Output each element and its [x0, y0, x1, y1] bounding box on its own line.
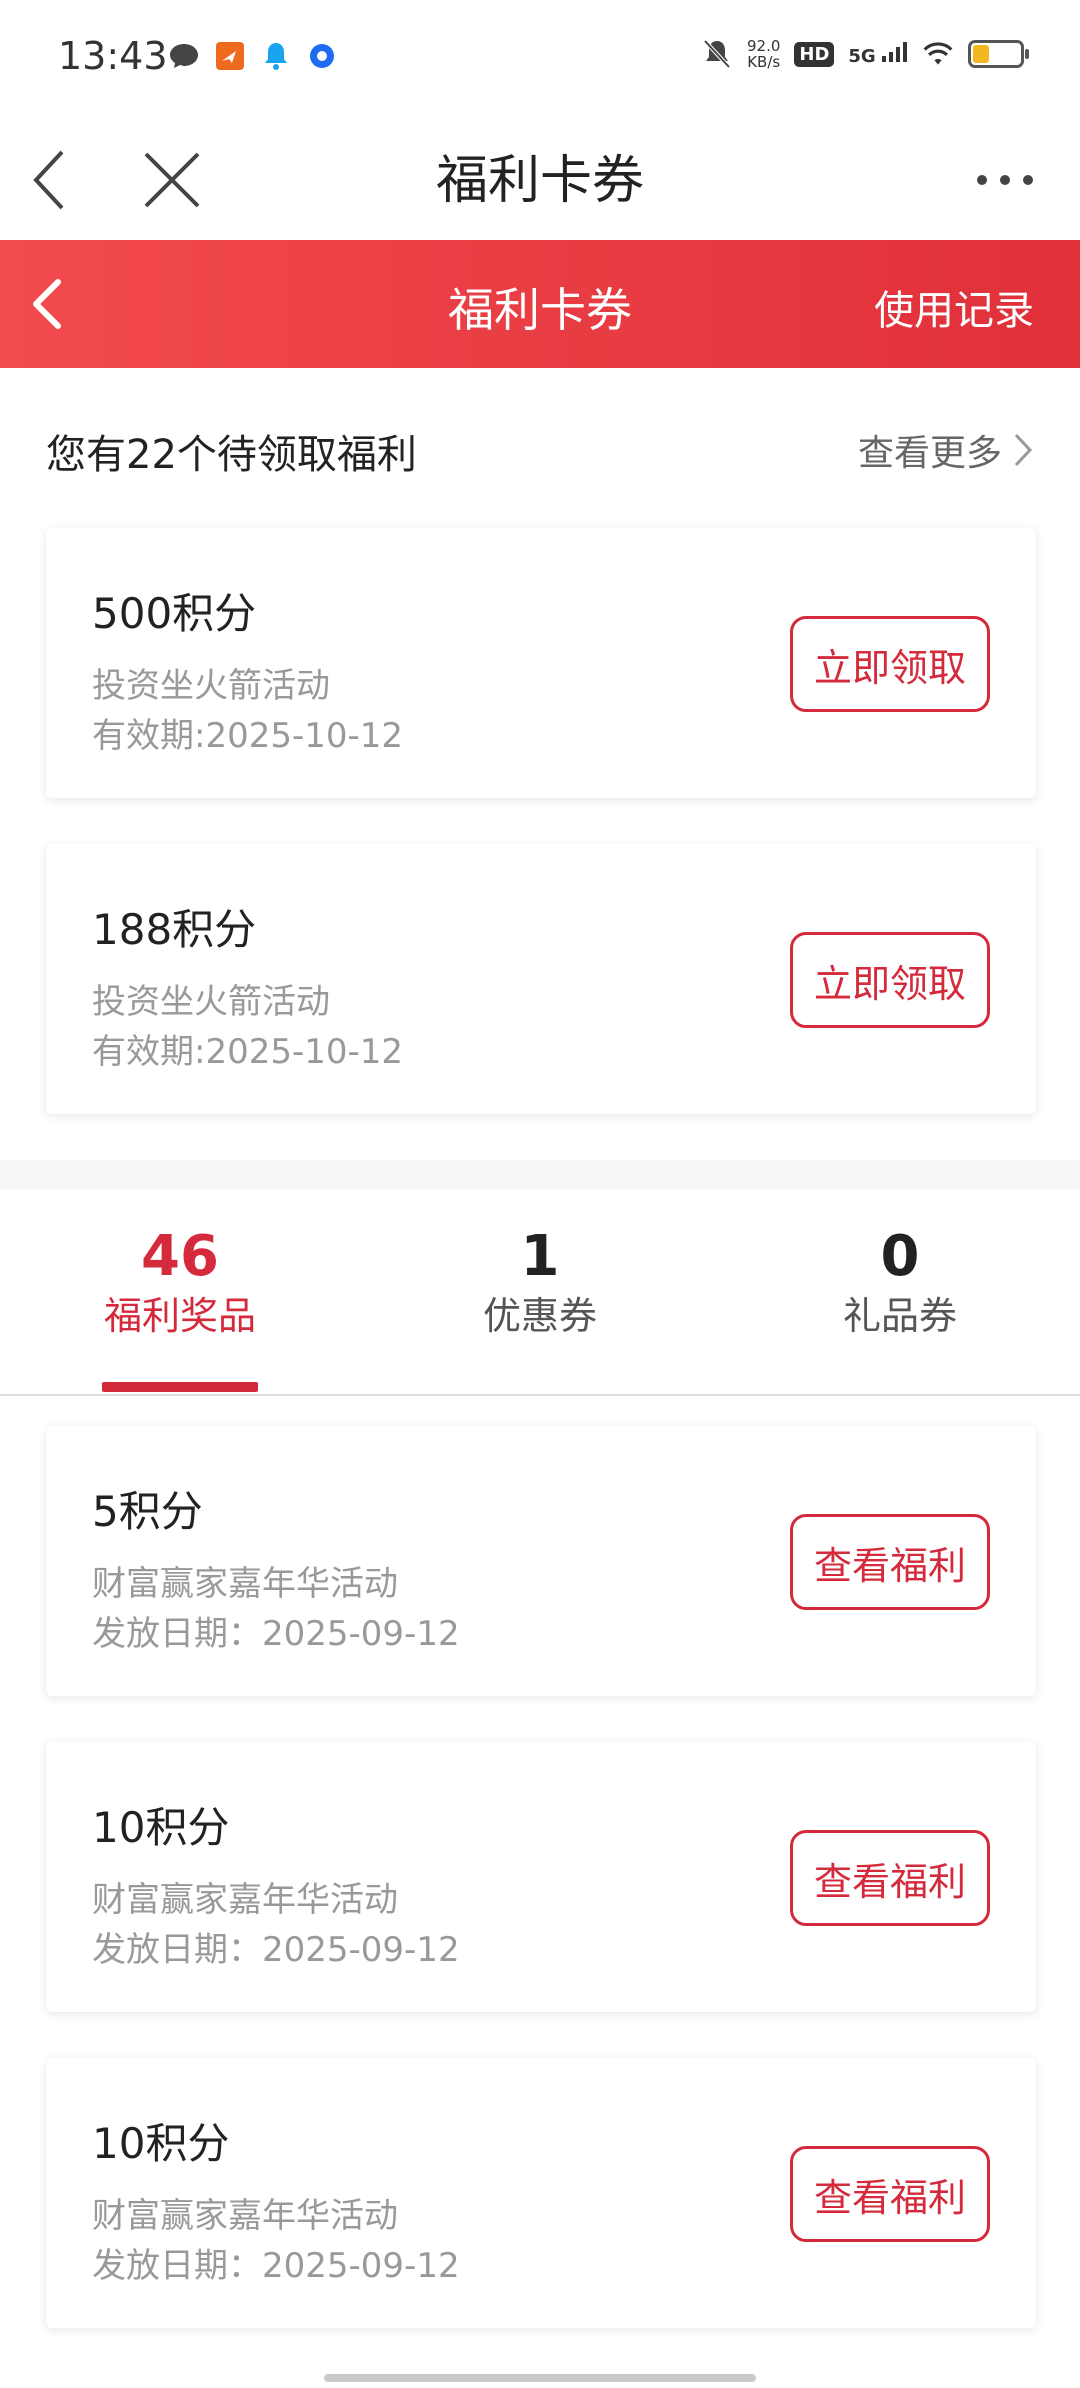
more-button[interactable] — [970, 160, 1040, 200]
card-title: 5积分 — [92, 1487, 203, 1536]
tab-label: 礼品券 — [842, 1294, 957, 1338]
tab-label: 优惠券 — [482, 1294, 597, 1338]
card-subtitle: 财富赢家嘉年华活动 — [92, 1880, 398, 1920]
list-item: 10积分 财富赢家嘉年华活动 发放日期：2025-09-12 查看福利 — [46, 2058, 1036, 2328]
card-subtitle: 财富赢家嘉年华活动 — [92, 1564, 398, 1604]
status-time: 13:43 — [58, 34, 168, 78]
signal-5g-icon: 5G — [848, 41, 908, 67]
card-subtitle: 财富赢家嘉年华活动 — [92, 2196, 398, 2236]
tab-welfare-prizes[interactable]: 46 福利奖品 — [30, 1224, 330, 1342]
card-date: 有效期:2025-10-12 — [92, 716, 404, 756]
pending-title: 您有22个待领取福利 — [46, 432, 417, 478]
active-tab-indicator — [102, 1382, 258, 1392]
chat-bubble-icon — [168, 40, 200, 72]
tab-count: 1 — [520, 1224, 560, 1289]
card-title: 188积分 — [92, 905, 257, 954]
mute-bell-icon — [701, 38, 733, 70]
tab-label: 福利奖品 — [103, 1294, 256, 1338]
view-welfare-button[interactable]: 查看福利 — [790, 1830, 990, 1926]
more-dots-icon — [977, 175, 1033, 185]
nav-title: 福利卡券 — [435, 151, 644, 211]
card-date: 发放日期：2025-09-12 — [92, 1614, 460, 1654]
claim-button[interactable]: 立即领取 — [790, 932, 990, 1028]
app-notification-icon — [214, 40, 246, 72]
page-header: 福利卡券 使用记录 — [0, 240, 1080, 368]
view-welfare-button[interactable]: 查看福利 — [790, 2146, 990, 2242]
tab-coupons[interactable]: 1 优惠券 — [390, 1224, 690, 1342]
system-status-icons: 92.0 KB/s HD 5G — [701, 37, 1029, 71]
card-subtitle: 投资坐火箭活动 — [92, 982, 330, 1022]
card-title: 10积分 — [92, 2119, 230, 2168]
claim-button[interactable]: 立即领取 — [790, 616, 990, 712]
notification-icons — [168, 40, 338, 72]
network-speed: 92.0 KB/s — [746, 37, 781, 71]
tab-gift-vouchers[interactable]: 0 礼品券 — [750, 1224, 1050, 1342]
card-date: 发放日期：2025-09-12 — [92, 2246, 460, 2286]
list-item: 5积分 财富赢家嘉年华活动 发放日期：2025-09-12 查看福利 — [46, 1426, 1036, 1696]
nav-bar: 福利卡券 — [0, 118, 1080, 240]
tab-count: 46 — [141, 1224, 219, 1289]
tab-count: 0 — [880, 1224, 920, 1289]
bell-app-icon — [260, 40, 292, 72]
circle-app-icon — [306, 40, 338, 72]
card-subtitle: 投资坐火箭活动 — [92, 666, 330, 706]
status-bar: 13:43 92.0 KB/s HD 5G — [0, 0, 1080, 118]
card-title: 500积分 — [92, 589, 257, 638]
hd-badge: HD — [794, 41, 835, 67]
pending-card: 500积分 投资坐火箭活动 有效期:2025-10-12 立即领取 — [46, 528, 1036, 798]
category-tabs: 46 福利奖品 1 优惠券 0 礼品券 — [0, 1190, 1080, 1396]
home-indicator[interactable] — [324, 2374, 756, 2382]
wifi-icon — [922, 38, 954, 70]
card-date: 发放日期：2025-09-12 — [92, 1930, 460, 1970]
card-date: 有效期:2025-10-12 — [92, 1032, 404, 1072]
view-welfare-button[interactable]: 查看福利 — [790, 1514, 990, 1610]
battery-icon — [968, 40, 1029, 68]
pending-section: 您有22个待领取福利 查看更多 500积分 投资坐火箭活动 有效期:2025-1… — [0, 368, 1080, 1160]
chevron-right-icon — [1014, 433, 1033, 467]
pending-card: 188积分 投资坐火箭活动 有效期:2025-10-12 立即领取 — [46, 844, 1036, 1114]
view-more-link[interactable]: 查看更多 — [858, 424, 1034, 476]
card-title: 10积分 — [92, 1803, 230, 1852]
list-item: 10积分 财富赢家嘉年华活动 发放日期：2025-09-12 查看福利 — [46, 1742, 1036, 2012]
welfare-list: 5积分 财富赢家嘉年华活动 发放日期：2025-09-12 查看福利 10积分 … — [0, 1396, 1080, 2388]
usage-record-link[interactable]: 使用记录 — [874, 278, 1034, 336]
